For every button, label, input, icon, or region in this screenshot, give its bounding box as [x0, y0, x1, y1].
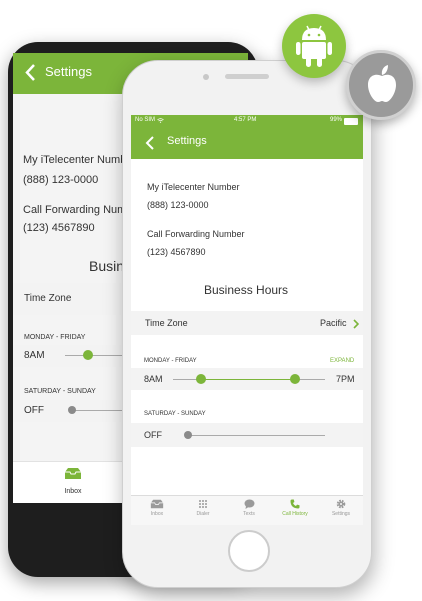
- itelecenter-number-label: My iTelecenter Number: [147, 182, 240, 192]
- expand-link[interactable]: EXPAND: [330, 358, 354, 364]
- tab-settings-label: Settings: [331, 511, 351, 517]
- inbox-icon: [65, 468, 81, 479]
- back-arrow-icon[interactable]: [145, 134, 155, 152]
- status-time: 4:57 PM: [234, 117, 257, 123]
- itelecenter-number-label: My iTelecenter Numb: [23, 154, 127, 166]
- weekday-start-time: 8AM: [24, 350, 45, 361]
- chevron-right-icon[interactable]: [353, 319, 359, 329]
- itelecenter-number-value: (888) 123-0000: [23, 174, 99, 186]
- tab-settings[interactable]: Settings: [318, 499, 363, 517]
- call-forwarding-label: Call Forwarding Number: [147, 229, 245, 239]
- call-forwarding-value: (123) 4567890: [147, 247, 206, 257]
- weekday-start-handle[interactable]: [196, 374, 206, 384]
- weekend-slider-track[interactable]: [187, 435, 325, 436]
- android-tab-inbox[interactable]: Inbox: [53, 467, 93, 498]
- weekday-start-handle[interactable]: [83, 350, 93, 360]
- weekday-start-time: 8AM: [144, 374, 163, 384]
- android-badge: [282, 14, 346, 78]
- call-forwarding-label: Call Forwarding Num: [23, 204, 127, 216]
- inbox-icon: [150, 499, 164, 509]
- weekend-slider-handle[interactable]: [184, 431, 192, 439]
- iphone-earpiece: [225, 74, 269, 79]
- tab-dialer-label: Dialer: [196, 511, 210, 517]
- call-forwarding-value: (123) 4567890: [23, 222, 95, 234]
- business-hours-heading: Busin: [89, 258, 125, 274]
- iphone-camera: [203, 74, 209, 80]
- tab-texts-label: Texts: [243, 511, 255, 517]
- itelecenter-number-value: (888) 123-0000: [147, 200, 209, 210]
- weekday-end-handle[interactable]: [290, 374, 300, 384]
- weekend-label: SATURDAY - SUNDAY: [144, 411, 206, 417]
- weekday-slider-range: [201, 379, 295, 380]
- android-tab-inbox-label: Inbox: [64, 488, 82, 495]
- weekday-label: MONDAY - FRIDAY: [24, 334, 86, 341]
- timezone-label: Time Zone: [24, 293, 72, 304]
- status-bar: No SIM 4:57 PM 99%: [131, 115, 363, 127]
- weekend-slider-handle[interactable]: [68, 406, 76, 414]
- timezone-value: Pacific: [320, 318, 347, 328]
- tab-texts[interactable]: Texts: [226, 499, 272, 517]
- tab-call-history-label: Call History: [282, 511, 308, 517]
- battery-icon: [344, 118, 358, 125]
- wifi-icon: [157, 118, 164, 123]
- weekday-label: MONDAY - FRIDAY: [144, 358, 197, 364]
- weekend-label: SATURDAY - SUNDAY: [24, 388, 96, 395]
- battery-percent: 99%: [330, 117, 343, 123]
- weekday-end-time: 7PM: [336, 374, 355, 384]
- tab-inbox[interactable]: Inbox: [134, 499, 180, 517]
- iphone-tab-bar: Inbox Dialer Texts Call History Settings: [131, 495, 363, 525]
- android-icon: [296, 25, 332, 67]
- weekend-state: OFF: [24, 405, 44, 416]
- timezone-label: Time Zone: [145, 318, 188, 328]
- apple-icon: [368, 65, 396, 102]
- gear-icon: [336, 499, 346, 509]
- iphone-screen: No SIM 4:57 PM 99% Settings My iTelecent…: [131, 115, 363, 525]
- phone-icon: [290, 499, 300, 509]
- carrier-text: No SIM: [135, 117, 156, 123]
- tab-dialer[interactable]: Dialer: [180, 499, 226, 517]
- iphone-home-button[interactable]: [228, 530, 270, 572]
- dialpad-icon: [199, 500, 207, 508]
- weekend-state: OFF: [144, 430, 162, 440]
- iphone-header-title: Settings: [167, 135, 207, 147]
- android-header-title: Settings: [45, 64, 92, 79]
- chat-bubble-icon: [244, 499, 254, 509]
- apple-badge: [346, 50, 416, 120]
- back-arrow-icon[interactable]: [23, 60, 38, 85]
- tab-call-history[interactable]: Call History: [272, 499, 318, 517]
- tab-inbox-label: Inbox: [150, 511, 164, 517]
- business-hours-heading: Business Hours: [204, 283, 289, 297]
- iphone-header-bar: Settings: [131, 127, 363, 159]
